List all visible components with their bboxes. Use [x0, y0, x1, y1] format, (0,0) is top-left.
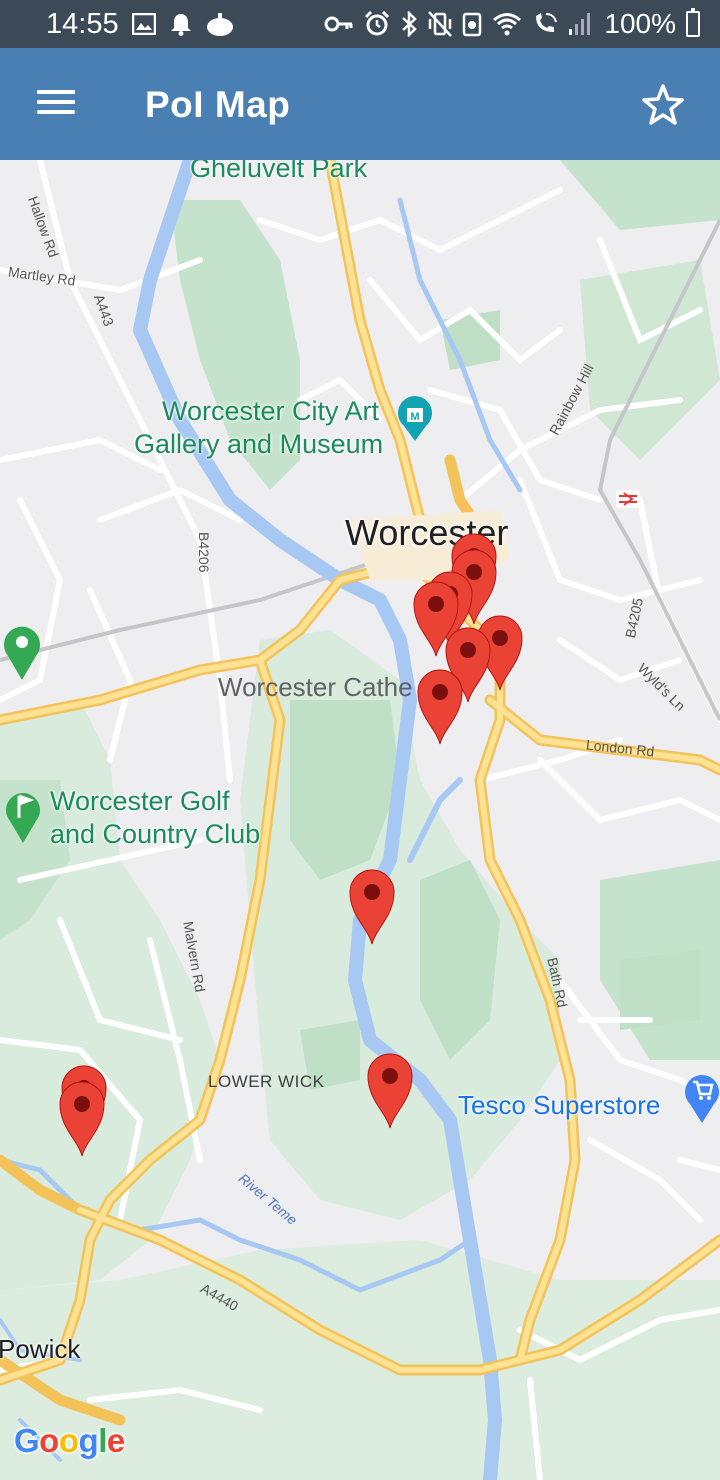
status-right-icons	[324, 10, 592, 38]
label-b4206: B4206	[196, 532, 212, 573]
label-cathedral: Worcester Cathe	[218, 672, 413, 702]
label-gheluvelt-park: Gheluvelt Park	[190, 160, 368, 183]
golf-icon[interactable]	[4, 786, 42, 844]
green-place-marker-icon[interactable]	[2, 620, 42, 682]
menu-line	[37, 110, 75, 114]
label-lower-wick: LOWER WICK	[208, 1072, 325, 1091]
alarm-icon	[364, 11, 390, 36]
label-golf-line2: and Country Club	[50, 819, 261, 849]
google-logo-letter: o	[58, 1422, 79, 1459]
google-logo-letter: g	[78, 1422, 99, 1459]
status-time: 14:55	[46, 8, 119, 40]
status-left-icons	[132, 10, 234, 38]
google-logo-letter: G	[14, 1422, 40, 1459]
mute-vibrate-icon	[428, 11, 452, 37]
data-saver-icon	[462, 12, 482, 37]
poi-marker[interactable]	[364, 1046, 416, 1130]
google-logo-letter: e	[106, 1422, 125, 1459]
label-gallery-line1: Worcester City Art	[162, 396, 380, 426]
wifi-icon	[493, 13, 521, 36]
menu-button[interactable]	[30, 84, 82, 124]
app-title: PoI Map	[145, 84, 291, 125]
poi-marker[interactable]	[56, 1074, 108, 1158]
shopping-cart-icon[interactable]	[684, 1070, 720, 1124]
map-view[interactable]: M Gheluvelt Park Worcester City Art Gall…	[0, 160, 720, 1480]
favorite-button[interactable]	[636, 78, 690, 132]
label-gallery-line2: Gallery and Museum	[134, 429, 384, 459]
label-tesco: Tesco Superstore	[458, 1090, 661, 1120]
bluetooth-icon	[402, 11, 417, 37]
battery-percentage: 100%	[604, 8, 676, 39]
signal-icon	[569, 13, 590, 35]
key-icon	[324, 16, 353, 32]
battery-charging-icon	[686, 8, 700, 37]
railway-station-icon	[616, 490, 640, 508]
notification-bell-icon	[171, 14, 191, 36]
status-bar: 14:55 100%	[0, 0, 720, 48]
svg-text:M: M	[410, 411, 419, 423]
google-logo-letter: l	[98, 1422, 107, 1459]
label-powick: Powick	[0, 1334, 81, 1364]
poi-marker[interactable]	[414, 662, 466, 746]
label-golf-line1: Worcester Golf	[50, 786, 230, 816]
poi-marker[interactable]	[346, 862, 398, 946]
app-icon	[207, 13, 233, 36]
image-icon	[132, 13, 156, 35]
wifi-calling-icon	[536, 13, 557, 32]
museum-icon[interactable]: M	[396, 396, 434, 442]
google-logo[interactable]: Google	[14, 1422, 125, 1460]
google-logo-letter: o	[39, 1422, 59, 1459]
hamburger-menu-icon	[37, 90, 75, 94]
menu-line	[37, 100, 75, 104]
star-outline-icon	[642, 84, 684, 125]
app-bar: PoI Map	[0, 48, 720, 160]
